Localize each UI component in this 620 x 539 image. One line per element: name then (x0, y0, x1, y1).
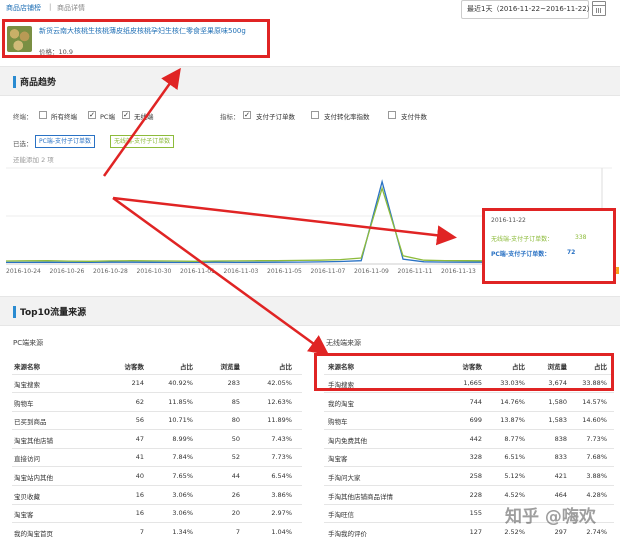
arrow-to-source (112, 196, 330, 355)
annotation-arrows (102, 67, 457, 355)
arrow-to-product (102, 67, 181, 177)
arrow-to-tooltip (112, 196, 457, 246)
watermark: 知乎 @嗨欢 (505, 507, 596, 527)
